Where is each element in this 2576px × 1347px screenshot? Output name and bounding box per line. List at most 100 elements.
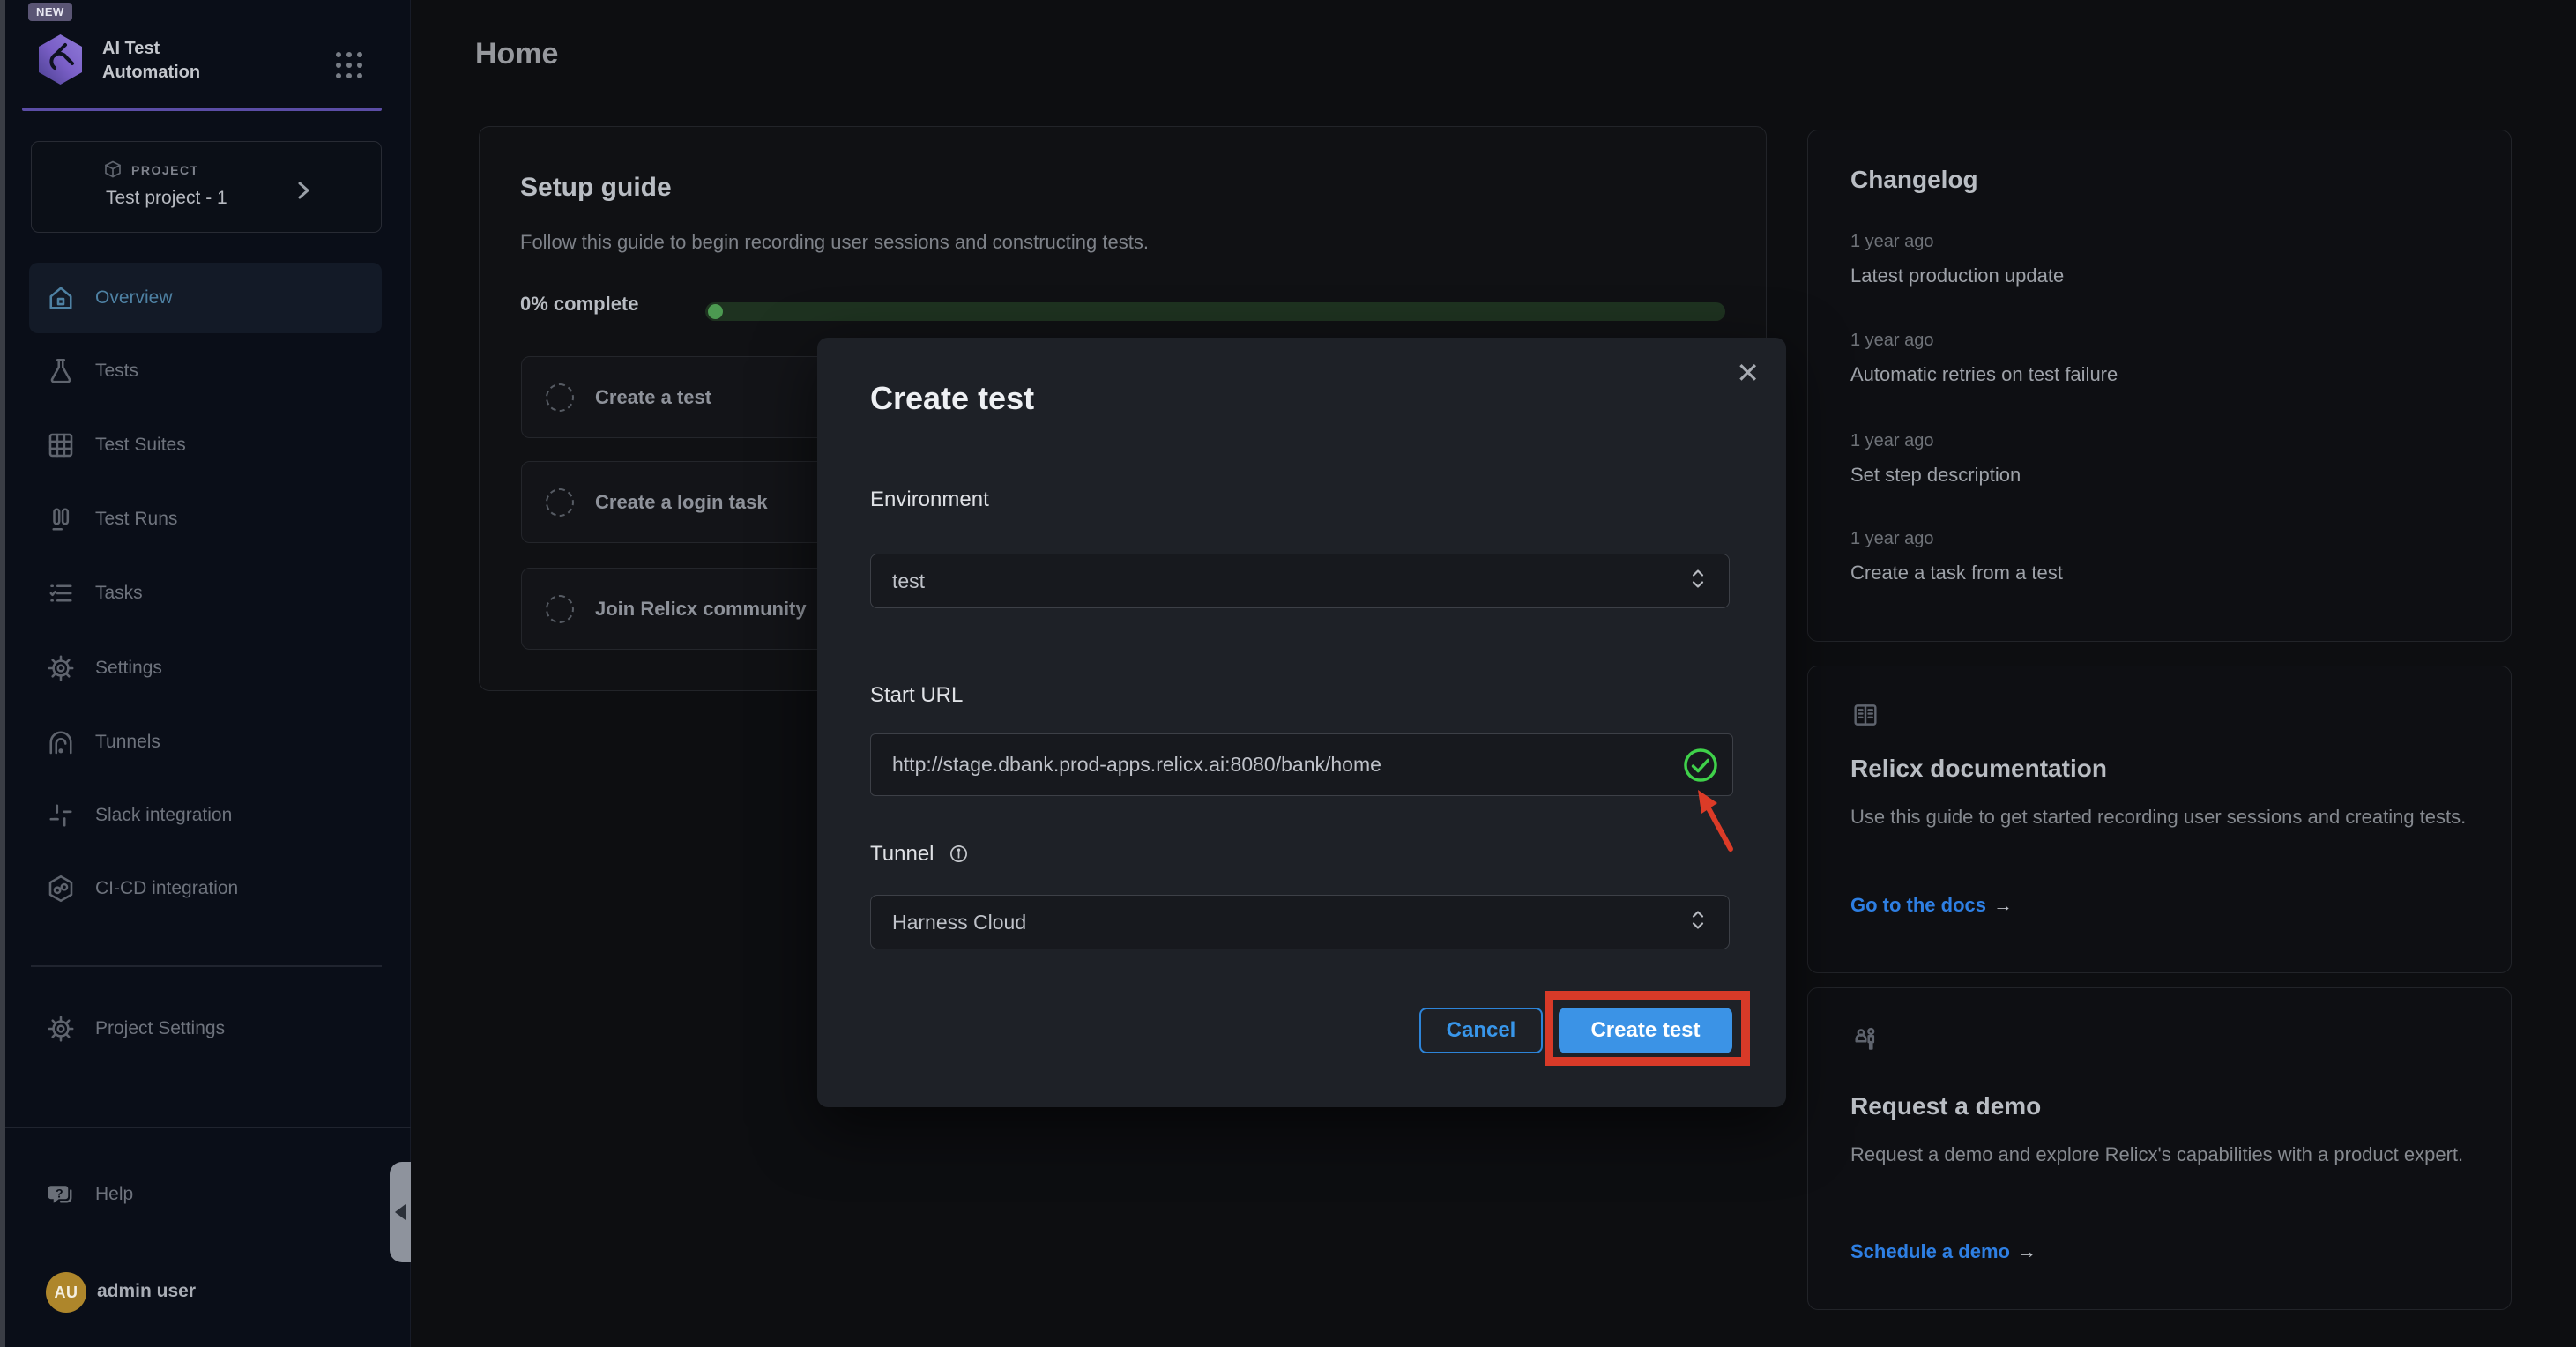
- request-demo-card: Request a demo Request a demo and explor…: [1807, 987, 2512, 1310]
- tunnel-value: Harness Cloud: [892, 911, 1026, 934]
- tunnel-label-text: Tunnel: [870, 842, 934, 866]
- setup-guide-title: Setup guide: [520, 173, 672, 203]
- grid-icon: [45, 429, 77, 461]
- sidebar-item-project-settings[interactable]: Project Settings: [29, 994, 382, 1064]
- window-edge: [0, 0, 5, 1347]
- flask-icon: [45, 355, 77, 387]
- sidebar-item-label: Tests: [95, 361, 138, 382]
- checklist-item-label: Create a login task: [595, 491, 768, 514]
- progress-indicator: [708, 304, 723, 319]
- changelog-entry: Latest production update: [1850, 264, 2064, 287]
- sidebar-divider: [31, 965, 382, 967]
- environment-select[interactable]: test: [870, 554, 1730, 608]
- gear-icon: [45, 652, 77, 684]
- sidebar-item-slack-integration[interactable]: Slack integration: [29, 780, 382, 851]
- sidebar-item-label: CI-CD integration: [95, 878, 238, 899]
- page-title: Home: [475, 37, 558, 71]
- documentation-description: Use this guide to get started recording …: [1850, 799, 2468, 835]
- tunnel-icon: [45, 726, 77, 758]
- app-title: AI Test Automation: [102, 37, 200, 85]
- sidebar-item-settings[interactable]: Settings: [29, 633, 382, 703]
- incomplete-step-icon: [546, 488, 574, 517]
- changelog-entry: Automatic retries on test failure: [1850, 363, 2118, 386]
- environment-label: Environment: [870, 487, 989, 512]
- close-icon[interactable]: ✕: [1736, 359, 1760, 387]
- incomplete-step-icon: [546, 595, 574, 623]
- create-test-modal: ✕ Create test Environment test Start URL…: [817, 338, 1786, 1107]
- changelog-time: 1 year ago: [1850, 331, 1934, 351]
- sidebar-collapse-handle[interactable]: [390, 1162, 411, 1262]
- task-list-icon: [45, 577, 77, 609]
- progress-bar: [705, 302, 1725, 321]
- user-name[interactable]: admin user: [97, 1281, 196, 1302]
- info-icon[interactable]: [949, 844, 969, 870]
- changelog-title: Changelog: [1850, 166, 1978, 194]
- changelog-entry: Create a task from a test: [1850, 562, 2063, 584]
- sidebar-item-tests[interactable]: Tests: [29, 336, 382, 406]
- project-selector[interactable]: PROJECT Test project - 1: [31, 141, 382, 233]
- changelog-time: 1 year ago: [1850, 232, 1934, 252]
- request-demo-title: Request a demo: [1850, 1092, 2041, 1120]
- people-icon: [1850, 1023, 1882, 1060]
- sidebar-item-label: Overview: [95, 287, 173, 309]
- cancel-button[interactable]: Cancel: [1419, 1008, 1543, 1053]
- brand-divider: [22, 108, 382, 111]
- book-icon: [1850, 700, 1880, 734]
- project-name: Test project - 1: [106, 188, 227, 209]
- select-chevrons-icon: [1688, 568, 1708, 595]
- apps-grid-icon[interactable]: [333, 49, 365, 81]
- modal-title: Create test: [870, 380, 1034, 417]
- documentation-card: Relicx documentation Use this guide to g…: [1807, 666, 2512, 973]
- changelog-time: 1 year ago: [1850, 431, 1934, 451]
- project-cube-icon: [102, 160, 123, 181]
- sidebar-item-overview[interactable]: Overview: [29, 263, 382, 333]
- start-url-value: http://stage.dbank.prod-apps.relicx.ai:8…: [892, 753, 1381, 777]
- tunnel-select[interactable]: Harness Cloud: [870, 895, 1730, 949]
- environment-value: test: [892, 569, 925, 593]
- valid-url-check-icon: [1681, 746, 1720, 785]
- progress-label: 0% complete: [520, 293, 639, 316]
- changelog-time: 1 year ago: [1850, 529, 1934, 549]
- sidebar-item-help[interactable]: ? Help: [29, 1159, 382, 1230]
- changelog-entry: Set step description: [1850, 464, 2021, 487]
- arrow-right-icon: →: [2017, 1240, 2036, 1262]
- chevron-right-icon: [292, 179, 315, 202]
- incomplete-step-icon: [546, 383, 574, 412]
- collapse-arrow-icon: [395, 1204, 406, 1220]
- setup-guide-description: Follow this guide to begin recording use…: [520, 231, 1149, 254]
- sidebar-item-label: Settings: [95, 658, 162, 679]
- help-chat-icon: ?: [45, 1179, 77, 1210]
- link-label: Schedule a demo: [1850, 1240, 2010, 1262]
- gear-icon: [45, 1013, 77, 1045]
- sidebar-item-tunnels[interactable]: Tunnels: [29, 707, 382, 778]
- tunnel-label: Tunnel: [870, 842, 969, 870]
- home-icon: [45, 282, 77, 314]
- sidebar-item-label: Tasks: [95, 583, 143, 604]
- sidebar-item-label: Test Runs: [95, 509, 177, 530]
- sidebar-item-test-runs[interactable]: Test Runs: [29, 484, 382, 554]
- start-url-input[interactable]: http://stage.dbank.prod-apps.relicx.ai:8…: [870, 733, 1733, 796]
- documentation-title: Relicx documentation: [1850, 755, 2107, 783]
- sidebar-item-label: Project Settings: [95, 1018, 225, 1039]
- sidebar-item-tasks[interactable]: Tasks: [29, 558, 382, 629]
- user-avatar[interactable]: AU: [46, 1272, 86, 1313]
- sidebar: NEW AI Test Automation PROJECT Test proj…: [0, 0, 411, 1347]
- sidebar-item-test-suites[interactable]: Test Suites: [29, 410, 382, 480]
- slack-icon: [45, 800, 77, 831]
- sidebar-item-label: Help: [95, 1184, 133, 1205]
- checklist-item-label: Join Relicx community: [595, 598, 807, 621]
- cicd-link-icon: [45, 873, 77, 904]
- changelog-card: Changelog 1 year ago Latest production u…: [1807, 130, 2512, 642]
- project-kicker: PROJECT: [131, 163, 199, 177]
- app-logo-icon: [34, 33, 87, 86]
- select-chevrons-icon: [1688, 909, 1708, 936]
- sidebar-item-label: Test Suites: [95, 435, 186, 456]
- link-label: Go to the docs: [1850, 894, 1986, 916]
- annotation-highlight-rect: [1545, 991, 1750, 1066]
- sidebar-item-label: Slack integration: [95, 805, 232, 826]
- sidebar-footer-divider: [0, 1127, 411, 1128]
- schedule-demo-link[interactable]: Schedule a demo →: [1850, 1240, 2036, 1263]
- sidebar-item-cicd-integration[interactable]: CI-CD integration: [29, 853, 382, 924]
- columns-icon: [45, 503, 77, 535]
- go-to-docs-link[interactable]: Go to the docs→: [1850, 894, 2013, 917]
